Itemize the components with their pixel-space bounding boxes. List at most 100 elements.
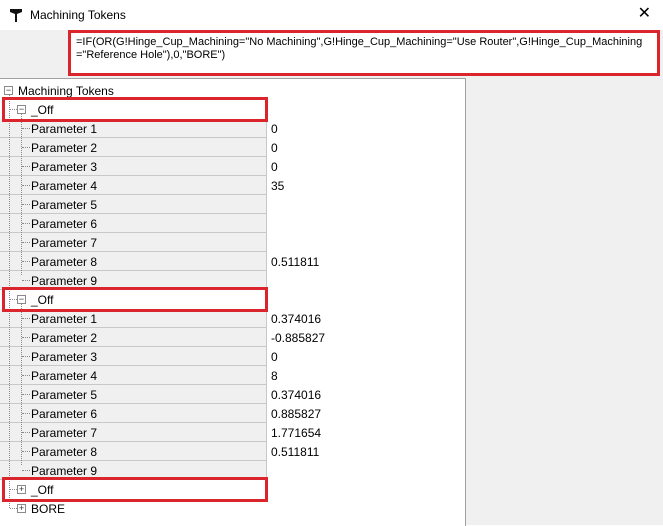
param-name-cell: Parameter 9 bbox=[0, 271, 267, 290]
tree-group-cell: − _Off bbox=[0, 100, 463, 119]
tree-param-row[interactable]: Parameter 6 0.885827 bbox=[0, 404, 463, 423]
param-name-cell: Parameter 6 bbox=[0, 404, 267, 423]
tree-param-row[interactable]: Parameter 8 0.511811 bbox=[0, 252, 463, 271]
tree-param-row[interactable]: Parameter 4 8 bbox=[0, 366, 463, 385]
param-value[interactable]: 0.511811 bbox=[271, 445, 319, 459]
param-name: Parameter 6 bbox=[31, 217, 98, 231]
tree-param-row[interactable]: Parameter 9 bbox=[0, 271, 463, 290]
tree-connector bbox=[22, 128, 30, 129]
param-name: Parameter 7 bbox=[31, 426, 98, 440]
param-name: Parameter 4 bbox=[31, 179, 98, 193]
tree-param-row[interactable]: Parameter 3 0 bbox=[0, 347, 463, 366]
expand-icon[interactable]: + bbox=[17, 504, 26, 513]
tree-param-row[interactable]: Parameter 1 0 bbox=[0, 119, 463, 138]
param-value[interactable]: 0.511811 bbox=[271, 255, 319, 269]
param-name-cell: Parameter 5 bbox=[0, 385, 267, 404]
param-name: Parameter 2 bbox=[31, 141, 98, 155]
param-value[interactable]: 0 bbox=[271, 141, 278, 155]
formula-field[interactable]: =IF(OR(G!Hinge_Cup_Machining="No Machini… bbox=[68, 30, 660, 76]
tree-connector bbox=[10, 508, 17, 509]
param-name-cell: Parameter 9 bbox=[0, 461, 267, 480]
tree-param-row[interactable]: Parameter 8 0.511811 bbox=[0, 442, 463, 461]
property-grid[interactable]: − Machining Tokens − _Off Parameter 1 0 Parame… bbox=[0, 78, 466, 526]
tree-connector bbox=[22, 413, 30, 414]
param-value[interactable]: 0 bbox=[271, 122, 278, 136]
tree-group-row[interactable]: + _Off bbox=[0, 480, 463, 499]
tree-connector bbox=[10, 109, 17, 110]
param-name-cell: Parameter 5 bbox=[0, 195, 267, 214]
tree-root-row[interactable]: − Machining Tokens bbox=[0, 81, 463, 100]
param-name-cell: Parameter 2 bbox=[0, 138, 267, 157]
param-name: Parameter 8 bbox=[31, 445, 98, 459]
param-name-cell: Parameter 1 bbox=[0, 119, 267, 138]
param-value[interactable]: 35 bbox=[271, 179, 284, 193]
param-name-cell: Parameter 3 bbox=[0, 157, 267, 176]
param-value[interactable]: 0.374016 bbox=[271, 312, 321, 326]
tree-connector bbox=[22, 356, 30, 357]
empty-panel bbox=[465, 78, 663, 525]
tree-param-row[interactable]: Parameter 2 -0.885827 bbox=[0, 328, 463, 347]
window-title: Machining Tokens bbox=[30, 8, 126, 22]
tree-param-row[interactable]: Parameter 1 0.374016 bbox=[0, 309, 463, 328]
tree-group-label: _Off bbox=[31, 293, 54, 307]
param-value[interactable]: 0.885827 bbox=[271, 407, 321, 421]
tree-connector bbox=[22, 147, 30, 148]
param-name: Parameter 7 bbox=[31, 236, 98, 250]
tree-connector bbox=[22, 451, 30, 452]
collapse-icon[interactable]: − bbox=[4, 86, 13, 95]
param-name: Parameter 1 bbox=[31, 122, 98, 136]
param-name-cell: Parameter 4 bbox=[0, 176, 267, 195]
tree-connector bbox=[22, 204, 30, 205]
param-value[interactable]: 1.771654 bbox=[271, 426, 321, 440]
tree-connector bbox=[22, 470, 30, 471]
param-value[interactable]: 8 bbox=[271, 369, 278, 383]
param-name-cell: Parameter 1 bbox=[0, 309, 267, 328]
close-icon[interactable]: ✕ bbox=[638, 5, 651, 23]
param-name-cell: Parameter 7 bbox=[0, 423, 267, 442]
param-name: Parameter 1 bbox=[31, 312, 98, 326]
tree-param-row[interactable]: Parameter 6 bbox=[0, 214, 463, 233]
tree-connector bbox=[21, 114, 22, 275]
tree-connector bbox=[21, 304, 22, 465]
tree-connector bbox=[10, 489, 17, 490]
param-name-cell: Parameter 2 bbox=[0, 328, 267, 347]
param-name-cell: Parameter 4 bbox=[0, 366, 267, 385]
tree-param-row[interactable]: Parameter 4 35 bbox=[0, 176, 463, 195]
tree-connector bbox=[22, 318, 30, 319]
param-value[interactable]: -0.885827 bbox=[271, 331, 325, 345]
tree-group-label: _Off bbox=[31, 103, 54, 117]
tree-group-cell: − _Off bbox=[0, 290, 463, 309]
tree-param-row[interactable]: Parameter 7 1.771654 bbox=[0, 423, 463, 442]
tree-connector bbox=[9, 95, 10, 508]
tree-connector bbox=[22, 432, 30, 433]
tree-connector bbox=[22, 166, 30, 167]
tree-group-row[interactable]: − _Off bbox=[0, 290, 463, 309]
tree-group-label: BORE bbox=[31, 502, 66, 516]
tree-connector bbox=[22, 375, 30, 376]
tree-group-row[interactable]: − _Off bbox=[0, 100, 463, 119]
param-name-cell: Parameter 3 bbox=[0, 347, 267, 366]
tree-group-cell: + _Off bbox=[0, 480, 463, 499]
param-value[interactable]: 0 bbox=[271, 350, 278, 364]
tree-group-row[interactable]: + BORE bbox=[0, 499, 463, 518]
collapse-icon[interactable]: − bbox=[17, 295, 26, 304]
tree-param-row[interactable]: Parameter 7 bbox=[0, 233, 463, 252]
tree-param-row[interactable]: Parameter 3 0 bbox=[0, 157, 463, 176]
tree-param-row[interactable]: Parameter 5 bbox=[0, 195, 463, 214]
param-name: Parameter 6 bbox=[31, 407, 98, 421]
tree-param-row[interactable]: Parameter 5 0.374016 bbox=[0, 385, 463, 404]
expand-icon[interactable]: + bbox=[17, 485, 26, 494]
tree-connector bbox=[22, 242, 30, 243]
param-value[interactable]: 0.374016 bbox=[271, 388, 321, 402]
tree-param-row[interactable]: Parameter 9 bbox=[0, 461, 463, 480]
param-value[interactable]: 0 bbox=[271, 160, 278, 174]
tool-icon bbox=[10, 9, 22, 22]
param-name: Parameter 5 bbox=[31, 198, 98, 212]
param-name: Parameter 9 bbox=[31, 464, 98, 478]
tree-root-label: Machining Tokens bbox=[18, 84, 114, 98]
tree-root-cell: − Machining Tokens bbox=[0, 81, 463, 100]
collapse-icon[interactable]: − bbox=[17, 105, 26, 114]
tree-param-row[interactable]: Parameter 2 0 bbox=[0, 138, 463, 157]
param-name-cell: Parameter 7 bbox=[0, 233, 267, 252]
param-name: Parameter 5 bbox=[31, 388, 98, 402]
